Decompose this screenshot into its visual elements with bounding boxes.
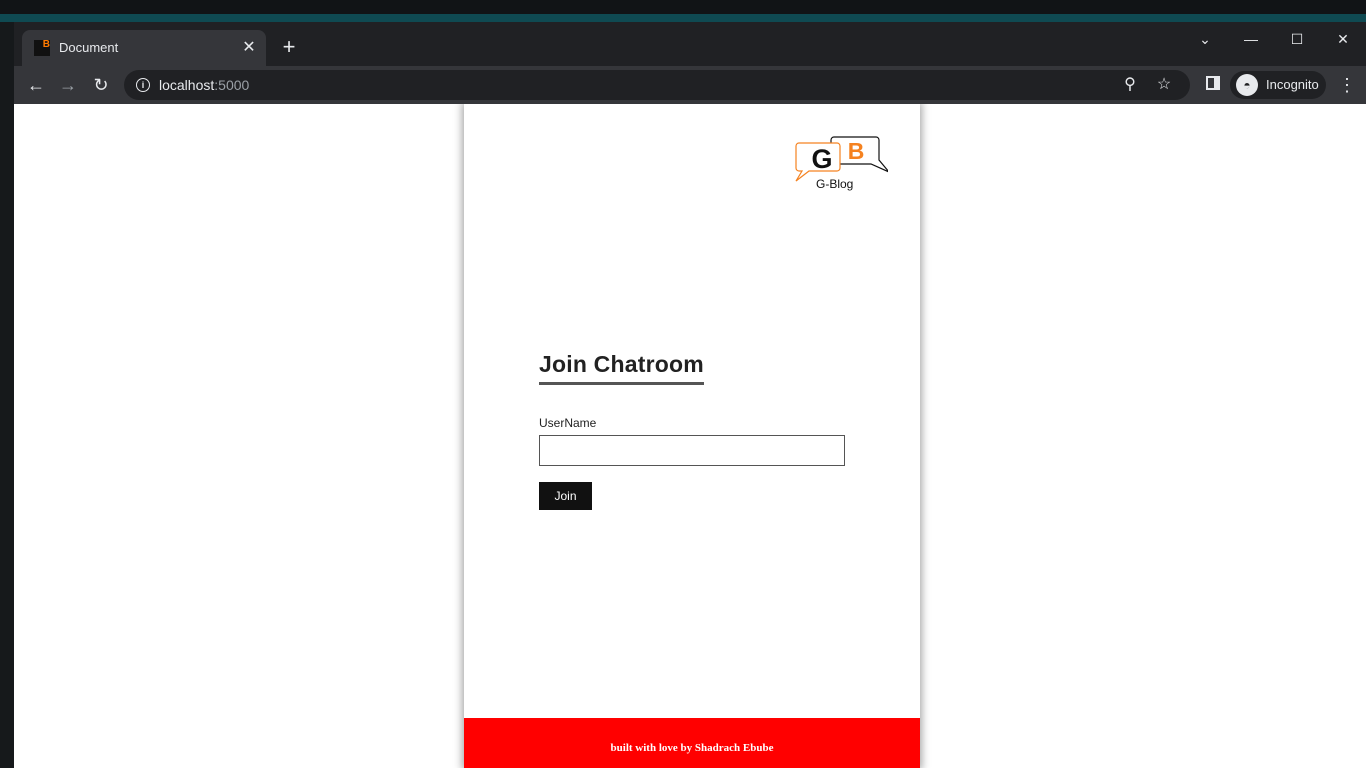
- side-panel-icon[interactable]: [1206, 76, 1220, 90]
- tab-close-icon[interactable]: ✕: [240, 39, 258, 57]
- minimize-icon[interactable]: —: [1228, 26, 1274, 52]
- tab-favicon-icon: B: [34, 40, 50, 56]
- address-bar[interactable]: i localhost:5000 ⚲ ☆: [124, 70, 1190, 100]
- star-icon[interactable]: ☆: [1154, 75, 1174, 95]
- page-title: Join Chatroom: [539, 351, 704, 385]
- close-icon[interactable]: ✕: [1320, 26, 1366, 52]
- arrow-left-icon[interactable]: ←: [23, 72, 49, 98]
- zoom-out-icon[interactable]: ⚲: [1120, 75, 1140, 95]
- chevron-down-icon[interactable]: ⌄: [1182, 26, 1228, 52]
- tab-document[interactable]: B Document ✕: [22, 30, 266, 66]
- background-window-accent: [0, 14, 1366, 22]
- url-host: localhost: [159, 77, 215, 93]
- tab-title: Document: [59, 40, 119, 55]
- logo-letter-b: B: [848, 138, 865, 164]
- arrow-right-icon[interactable]: →: [55, 72, 81, 98]
- incognito-icon: ◓: [1236, 74, 1258, 96]
- footer: built with love by Shadrach Ebube: [464, 718, 920, 768]
- url-port: :5000: [214, 77, 250, 93]
- tab-strip: B Document ✕ + ⌄ — ☐ ✕: [14, 22, 1366, 66]
- chat-join-card: G B G-Blog Join Chatroom UserName Join b…: [464, 104, 920, 768]
- logo-caption: G-Blog: [816, 177, 854, 191]
- browser-toolbar: ← → ↻ i localhost:5000 ⚲ ☆ ◓ Incognito ⋮: [14, 66, 1366, 104]
- background-window-edge: [0, 22, 14, 768]
- page-viewport: G B G-Blog Join Chatroom UserName Join b…: [14, 104, 1366, 768]
- footer-credit: built with love by Shadrach Ebube: [610, 742, 774, 754]
- reload-icon[interactable]: ↻: [88, 72, 114, 98]
- new-tab-button[interactable]: +: [278, 36, 300, 58]
- logo-letter-g: G: [811, 144, 832, 174]
- incognito-label: Incognito: [1266, 77, 1319, 92]
- join-button[interactable]: Join: [539, 482, 592, 510]
- maximize-icon[interactable]: ☐: [1274, 26, 1320, 52]
- url-text[interactable]: localhost:5000: [159, 77, 249, 93]
- info-icon[interactable]: i: [136, 78, 150, 92]
- incognito-profile-button[interactable]: ◓ Incognito: [1230, 71, 1326, 99]
- kebab-menu-icon[interactable]: ⋮: [1338, 72, 1356, 98]
- username-input[interactable]: [539, 435, 845, 466]
- browser-window: B Document ✕ + ⌄ — ☐ ✕ ← → ↻ i localhost…: [14, 22, 1366, 768]
- username-label: UserName: [539, 416, 597, 430]
